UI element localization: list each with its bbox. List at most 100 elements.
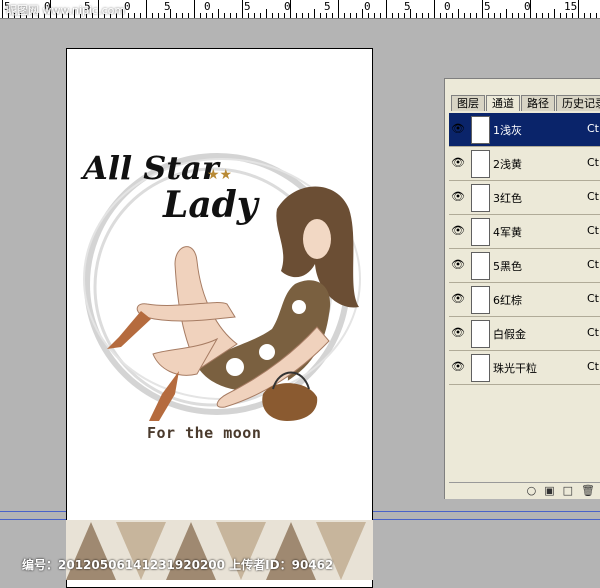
ruler-tick [146,0,147,18]
ruler-tick [524,13,525,18]
ruler-label: 5 [164,0,171,13]
channel-row[interactable]: 👁 5黑色 Ct [449,249,600,283]
ruler-tick [506,9,507,18]
channel-label: 4军黄 [493,226,522,239]
ruler-tick [278,13,279,18]
ruler-tick [416,13,417,18]
panel-tab[interactable]: 图层 [451,95,485,111]
channel-row[interactable]: 👁 2浅黄 Ct [449,147,600,181]
save-selection-icon[interactable]: ▣ [544,483,554,498]
ruler-tick [194,0,195,18]
ruler-tick [200,13,201,18]
ruler-tick [500,13,501,18]
panel-tab[interactable]: 路径 [521,95,555,111]
ruler-tick [518,13,519,18]
ruler-tick [560,13,561,18]
ruler-tick [596,13,597,18]
ruler-tick [548,13,549,18]
ruler-tick [242,0,243,18]
ruler-tick [590,13,591,18]
channel-row[interactable]: 👁 白假金 Ct [449,317,600,351]
document-canvas[interactable]: All Star ★★ Lady For the moon [66,48,373,588]
ruler-tick [350,13,351,18]
delete-channel-icon[interactable]: 🗑 [581,483,595,498]
ruler-tick [488,13,489,18]
eye-icon[interactable]: 👁 [451,360,465,374]
channel-row[interactable]: 👁 4军黄 Ct [449,215,600,249]
ruler-tick [512,13,513,18]
channel-thumbnail [471,116,490,144]
channels-panel: 图层通道路径历史记录 👁 1浅灰 Ct 👁 2浅黄 Ct 👁 3红色 Ct 👁 4军黄 Ct 👁 5黑色 C… [444,78,600,499]
ruler-tick [362,9,363,18]
ruler-tick [302,13,303,18]
eye-icon[interactable]: 👁 [451,224,465,238]
ruler-tick [224,13,225,18]
ruler-label: 5 [244,0,251,13]
ruler-label: 5 [404,0,411,13]
channel-row[interactable]: 👁 珠光干粒 Ct [449,351,600,385]
channel-list: 👁 1浅灰 Ct 👁 2浅黄 Ct 👁 3红色 Ct 👁 4军黄 Ct 👁 5黑色 Ct 👁 6红棕 Ct 👁 白假金… [449,113,600,385]
ruler-tick [380,13,381,18]
ruler-tick [452,13,453,18]
eye-icon[interactable]: 👁 [451,258,465,272]
ruler-tick [230,13,231,18]
ruler-label: 0 [284,0,291,13]
ruler-tick [464,13,465,18]
channel-thumbnail [471,252,490,280]
channel-label: 珠光干粒 [493,362,537,375]
channel-row[interactable]: 👁 6红棕 Ct [449,283,600,317]
ruler-tick [440,13,441,18]
ruler-label: 0 [364,0,371,13]
ruler-tick [2,0,3,18]
eye-icon[interactable]: 👁 [451,326,465,340]
channel-label: 3红色 [493,192,522,205]
new-channel-icon[interactable]: □ [563,483,573,498]
ruler-tick [206,13,207,18]
ruler-tick [320,13,321,18]
channel-shortcut: Ct [587,326,599,339]
ruler-tick [458,9,459,18]
ruler-tick [482,0,483,18]
channel-label: 2浅黄 [493,158,522,171]
ruler-tick [422,13,423,18]
ruler-tick [260,13,261,18]
panel-tab[interactable]: 通道 [486,95,520,111]
eye-icon[interactable]: 👁 [451,122,465,136]
channel-label: 5黑色 [493,260,522,273]
channel-thumbnail [471,218,490,246]
eye-icon[interactable]: 👁 [451,292,465,306]
ruler-tick [272,13,273,18]
channel-thumbnail [471,286,490,314]
channel-shortcut: Ct [587,156,599,169]
channel-shortcut: Ct [587,258,599,271]
channel-shortcut: Ct [587,122,599,135]
channel-thumbnail [471,320,490,348]
channel-label: 1浅灰 [493,124,522,137]
brand-line2: Lady [163,184,258,226]
ruler-tick [344,13,345,18]
eye-icon[interactable]: 👁 [451,190,465,204]
ruler-tick [254,13,255,18]
ruler-tick [296,13,297,18]
ruler-tick [212,13,213,18]
ruler-label: 5 [484,0,491,13]
channel-shortcut: Ct [587,190,599,203]
eye-icon[interactable]: 👁 [451,156,465,170]
panel-tabs: 图层通道路径历史记录 [451,95,600,111]
watermark-top: 昵图网 www.nipic.com [6,4,126,17]
ruler-tick [392,13,393,18]
load-selection-icon[interactable]: ○ [527,483,537,498]
ruler-tick [536,13,537,18]
panel-tab[interactable]: 历史记录 [556,95,600,111]
channel-shortcut: Ct [587,224,599,237]
ruler-tick [140,13,141,18]
channel-row[interactable]: 👁 1浅灰 Ct [449,113,600,147]
ruler-tick [266,9,267,18]
ruler-tick [356,13,357,18]
panel-footer: ○ ▣ □ 🗑 [449,482,600,498]
ruler-tick [236,13,237,18]
ruler-tick [176,13,177,18]
channel-row[interactable]: 👁 3红色 Ct [449,181,600,215]
ruler-tick [284,13,285,18]
ruler-tick [338,0,339,18]
